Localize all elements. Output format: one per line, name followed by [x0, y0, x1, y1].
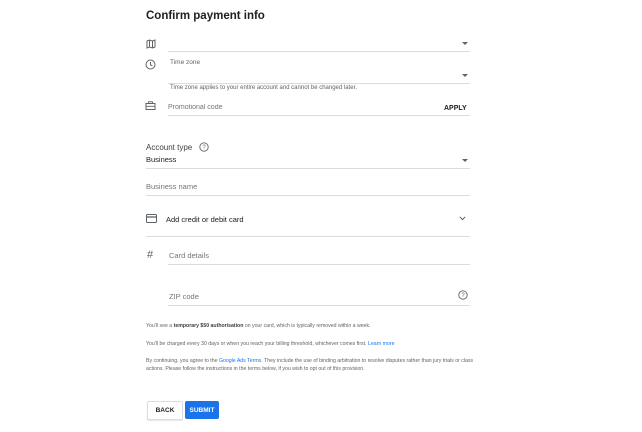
google-ads-terms-link[interactable]: Google Ads Terms [219, 358, 261, 364]
add-card-label: Add credit or debit card [166, 215, 244, 224]
chevron-down-icon [459, 216, 466, 221]
business-name-input[interactable] [146, 180, 466, 192]
add-card-toggle[interactable]: Add credit or debit card [166, 211, 470, 227]
timezone-helper: Time zone applies to your entire account… [170, 85, 357, 91]
zip-code-underline [168, 305, 470, 306]
apply-button[interactable]: APPLY [444, 105, 467, 112]
chevron-down-icon [462, 42, 468, 45]
ticket-icon [145, 101, 156, 111]
promo-code-input[interactable] [168, 101, 430, 113]
chevron-down-icon [462, 159, 468, 162]
note-text: You'll see a [146, 323, 174, 329]
account-type-label: Account type [146, 143, 193, 152]
authorisation-note: You'll see a temporary $50 authorisation… [146, 322, 476, 330]
submit-button[interactable]: SUBMIT [185, 401, 219, 419]
help-circle-icon[interactable]: ? [458, 290, 468, 300]
clock-icon [145, 59, 156, 70]
page-title: Confirm payment info [146, 10, 265, 22]
card-details-input[interactable] [169, 249, 465, 261]
timezone-underline [168, 83, 470, 84]
hash-icon: # [147, 249, 154, 261]
timezone-label: Time zone [170, 59, 201, 66]
credit-card-icon [146, 214, 157, 223]
business-name-underline [146, 195, 470, 196]
chevron-down-icon [462, 74, 468, 77]
note-bold-text: temporary $50 authorisation [173, 323, 244, 329]
note-text: By continuing, you agree to the [146, 358, 219, 364]
svg-text:?: ? [202, 145, 206, 151]
note-text: You'll be charged every 30 days or when … [146, 341, 368, 347]
country-select[interactable] [168, 36, 470, 51]
account-type-select[interactable]: Business [146, 154, 470, 168]
help-circle-icon[interactable]: ? [199, 142, 209, 152]
terms-note: By continuing, you agree to the Google A… [146, 357, 476, 373]
country-underline [168, 51, 470, 52]
note-text: on your card, which is typically removed… [243, 323, 371, 329]
svg-text:?: ? [461, 293, 465, 299]
map-icon [146, 39, 156, 49]
card-details-underline [168, 264, 470, 265]
zip-code-input[interactable] [169, 290, 449, 302]
timezone-select[interactable]: Time zone [168, 58, 470, 83]
account-type-value: Business [146, 155, 177, 164]
promo-underline [168, 115, 470, 116]
learn-more-link[interactable]: Learn more [368, 341, 395, 347]
account-type-underline [146, 168, 470, 169]
add-card-divider [146, 236, 470, 237]
billing-note: You'll be charged every 30 days or when … [146, 340, 476, 348]
back-button[interactable]: BACK [147, 401, 183, 420]
